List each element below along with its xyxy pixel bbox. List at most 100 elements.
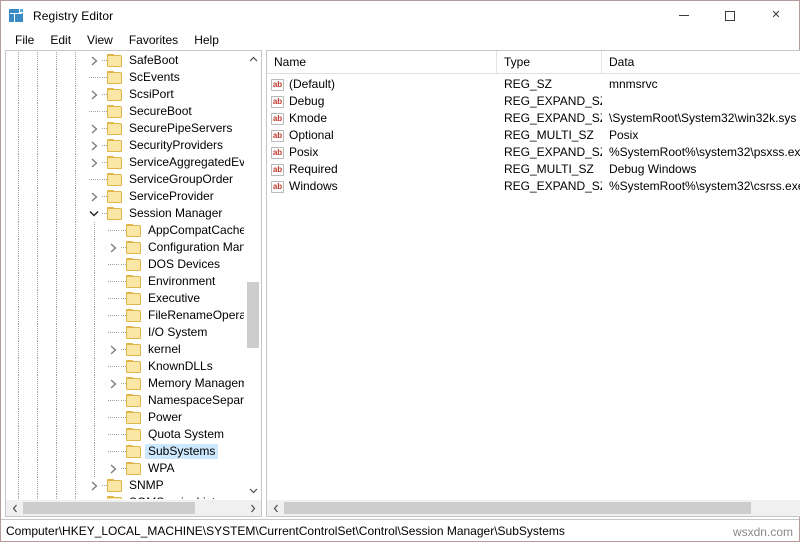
tree-guide-line xyxy=(56,137,57,154)
tree-item-scsiport[interactable]: ScsiPort xyxy=(6,86,244,103)
menu-help[interactable]: Help xyxy=(186,31,227,49)
values-horizontal-scrollbar[interactable] xyxy=(267,499,800,516)
tree-expander-collapsed[interactable] xyxy=(105,375,121,392)
close-button[interactable]: ✕ xyxy=(753,1,799,30)
tree-expander-collapsed[interactable] xyxy=(86,137,102,154)
tree-item-memory-management[interactable]: Memory Management xyxy=(6,375,244,392)
values-hscroll-track[interactable] xyxy=(284,500,800,516)
tree-expander-collapsed[interactable] xyxy=(86,86,102,103)
tree-item-serviceaggregatedevents[interactable]: ServiceAggregatedEvents xyxy=(6,154,244,171)
tree-guide-line xyxy=(37,86,38,103)
tree-item-securityproviders[interactable]: SecurityProviders xyxy=(6,137,244,154)
value-name: Posix xyxy=(289,145,319,159)
tree-item-environment[interactable]: Environment xyxy=(6,273,244,290)
value-row[interactable]: ab Required REG_MULTI_SZ Debug Windows xyxy=(267,161,800,178)
value-type-cell: REG_EXPAND_SZ xyxy=(504,111,602,125)
tree-scroll-up-button[interactable] xyxy=(245,51,261,67)
column-header-type[interactable]: Type xyxy=(497,51,602,73)
tree-vertical-scrollbar[interactable] xyxy=(244,51,261,499)
registry-tree-pane: SafeBoot ScEvents ScsiPort SecureBoot Secure… xyxy=(5,50,262,517)
tree-item-power[interactable]: Power xyxy=(6,409,244,426)
chevron-right-icon xyxy=(110,464,116,473)
tree-indent xyxy=(6,256,105,273)
tree-item-configuration-manage[interactable]: Configuration Manage xyxy=(6,239,244,256)
chevron-right-icon xyxy=(110,379,116,388)
tree-expander-collapsed[interactable] xyxy=(105,239,121,256)
folder-icon xyxy=(126,394,141,407)
values-scroll-left-button[interactable] xyxy=(267,500,284,516)
tree-guide-line xyxy=(56,52,57,69)
tree-expander-collapsed[interactable] xyxy=(86,154,102,171)
folder-icon xyxy=(126,258,141,271)
content-panes: SafeBoot ScEvents ScsiPort SecureBoot Secure… xyxy=(1,50,800,519)
tree-item-subsystems[interactable]: SubSystems xyxy=(6,443,244,460)
tree-item-wpa[interactable]: WPA xyxy=(6,460,244,477)
tree-item-scevents[interactable]: ScEvents xyxy=(6,69,244,86)
tree-indent xyxy=(6,171,86,188)
value-data-cell: %SystemRoot%\system32\psxss.exe xyxy=(609,145,800,159)
tree-scroll-left-button[interactable] xyxy=(6,500,23,516)
tree-expander-collapsed[interactable] xyxy=(86,477,102,494)
tree-item-knowndlls[interactable]: KnownDLLs xyxy=(6,358,244,375)
value-row[interactable]: ab Optional REG_MULTI_SZ Posix xyxy=(267,127,800,144)
value-data-cell: %SystemRoot%\system32\csrss.exe Object xyxy=(609,179,800,193)
tree-horizontal-scrollbar[interactable] xyxy=(6,499,261,516)
registry-key-tree[interactable]: SafeBoot ScEvents ScsiPort SecureBoot Secure… xyxy=(6,51,244,499)
tree-item-kernel[interactable]: kernel xyxy=(6,341,244,358)
tree-scroll-down-button[interactable] xyxy=(245,483,261,499)
tree-indent xyxy=(6,409,105,426)
minimize-icon xyxy=(679,15,689,16)
tree-item-safeboot[interactable]: SafeBoot xyxy=(6,52,244,69)
values-hscroll-thumb[interactable] xyxy=(284,502,751,514)
tree-indent xyxy=(6,273,105,290)
maximize-button[interactable] xyxy=(707,1,753,30)
tree-item-snmp[interactable]: SNMP xyxy=(6,477,244,494)
value-row[interactable]: ab Kmode REG_EXPAND_SZ \SystemRoot\System32… xyxy=(267,110,800,127)
tree-item-servicegrouporder[interactable]: ServiceGroupOrder xyxy=(6,171,244,188)
tree-guide-line xyxy=(56,86,57,103)
menu-edit[interactable]: Edit xyxy=(42,31,79,49)
tree-guide-line xyxy=(37,341,38,358)
value-row[interactable]: ab Debug REG_EXPAND_SZ xyxy=(267,93,800,110)
column-header-name[interactable]: Name xyxy=(267,51,497,73)
tree-item-executive[interactable]: Executive xyxy=(6,290,244,307)
tree-scroll-thumb[interactable] xyxy=(247,282,259,348)
registry-values-list[interactable]: ab (Default) REG_SZ mnmsrvc ab Debug REG_EXPAN… xyxy=(267,74,800,499)
tree-leaf-connector xyxy=(105,324,121,341)
tree-expander-expanded[interactable] xyxy=(86,205,102,222)
tree-item-session-manager[interactable]: Session Manager xyxy=(6,205,244,222)
tree-item-label: ScsiPort xyxy=(129,87,174,101)
tree-expander-collapsed[interactable] xyxy=(86,120,102,137)
value-row[interactable]: ab (Default) REG_SZ mnmsrvc xyxy=(267,76,800,93)
tree-indent xyxy=(6,358,105,375)
tree-indent xyxy=(6,477,86,494)
tree-item-i-o-system[interactable]: I/O System xyxy=(6,324,244,341)
tree-item-filerenameoperations[interactable]: FileRenameOperations xyxy=(6,307,244,324)
tree-hscroll-track[interactable] xyxy=(23,500,244,516)
column-header-data[interactable]: Data xyxy=(602,51,800,73)
tree-item-serviceprovider[interactable]: ServiceProvider xyxy=(6,188,244,205)
value-row[interactable]: ab Posix REG_EXPAND_SZ %SystemRoot%\system3… xyxy=(267,144,800,161)
tree-scroll-right-button[interactable] xyxy=(244,500,261,516)
menu-view[interactable]: View xyxy=(79,31,121,49)
tree-guide-line xyxy=(18,426,19,443)
tree-expander-collapsed[interactable] xyxy=(86,188,102,205)
value-row[interactable]: ab Windows REG_EXPAND_SZ %SystemRoot%\syste… xyxy=(267,178,800,195)
tree-expander-collapsed[interactable] xyxy=(86,52,102,69)
folder-icon xyxy=(126,326,141,339)
tree-item-namespaceseparation[interactable]: NamespaceSeparation xyxy=(6,392,244,409)
tree-expander-collapsed[interactable] xyxy=(105,460,121,477)
tree-expander-collapsed[interactable] xyxy=(105,341,121,358)
menu-favorites[interactable]: Favorites xyxy=(121,31,186,49)
tree-scroll-track[interactable] xyxy=(245,67,261,483)
tree-item-appcompatcache[interactable]: AppCompatCache xyxy=(6,222,244,239)
tree-item-quota-system[interactable]: Quota System xyxy=(6,426,244,443)
tree-item-secureboot[interactable]: SecureBoot xyxy=(6,103,244,120)
menu-file[interactable]: File xyxy=(7,31,42,49)
folder-icon xyxy=(126,343,141,356)
minimize-button[interactable] xyxy=(661,1,707,30)
tree-guide-line xyxy=(56,222,57,239)
tree-hscroll-thumb[interactable] xyxy=(23,502,195,514)
tree-item-securepipeservers[interactable]: SecurePipeServers xyxy=(6,120,244,137)
tree-item-dos-devices[interactable]: DOS Devices xyxy=(6,256,244,273)
